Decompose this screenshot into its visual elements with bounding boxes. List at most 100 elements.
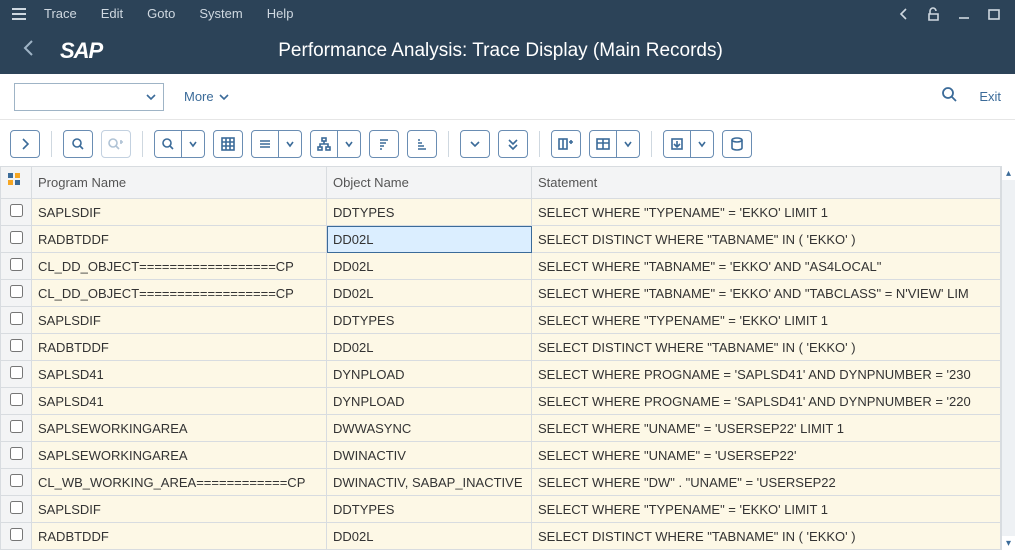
cell-program[interactable]: SAPLSD41: [32, 388, 327, 415]
double-chevron-down-button[interactable]: [498, 130, 528, 158]
row-checkbox-cell[interactable]: [1, 307, 32, 334]
row-checkbox-cell[interactable]: [1, 361, 32, 388]
export-split-button[interactable]: [663, 130, 714, 158]
cell-program[interactable]: SAPLSDIF: [32, 307, 327, 334]
menu-help[interactable]: Help: [257, 2, 304, 26]
row-checkbox[interactable]: [10, 204, 23, 217]
maximize-icon[interactable]: [981, 3, 1007, 25]
row-checkbox-cell[interactable]: [1, 280, 32, 307]
row-checkbox[interactable]: [10, 231, 23, 244]
cell-statement[interactable]: SELECT WHERE "TABNAME" = 'EKKO' AND "AS4…: [532, 253, 1001, 280]
row-checkbox[interactable]: [10, 258, 23, 271]
cell-program[interactable]: CL_DD_OBJECT==================CP: [32, 253, 327, 280]
cell-program[interactable]: SAPLSDIF: [32, 199, 327, 226]
minimize-icon[interactable]: [951, 3, 977, 25]
menu-goto[interactable]: Goto: [137, 2, 185, 26]
row-checkbox-cell[interactable]: [1, 442, 32, 469]
prev-icon[interactable]: [893, 3, 915, 25]
cell-program[interactable]: SAPLSD41: [32, 361, 327, 388]
table-row[interactable]: RADBTDDFDD02LSELECT DISTINCT WHERE "TABN…: [1, 334, 1001, 361]
row-checkbox[interactable]: [10, 474, 23, 487]
cell-program[interactable]: SAPLSDIF: [32, 496, 327, 523]
command-dropdown[interactable]: [14, 83, 164, 111]
cell-program[interactable]: RADBTDDF: [32, 226, 327, 253]
cell-statement[interactable]: SELECT WHERE "TYPENAME" = 'EKKO' LIMIT 1: [532, 199, 1001, 226]
row-checkbox-cell[interactable]: [1, 253, 32, 280]
table-row[interactable]: SAPLSEWORKINGAREADWINACTIVSELECT WHERE "…: [1, 442, 1001, 469]
trace-table[interactable]: Program Name Object Name Statement SAPLS…: [0, 166, 1001, 550]
table-row[interactable]: RADBTDDFDD02LSELECT DISTINCT WHERE "TABN…: [1, 226, 1001, 253]
table-row[interactable]: SAPLSD41DYNPLOADSELECT WHERE PROGNAME = …: [1, 388, 1001, 415]
sort-desc-button[interactable]: [407, 130, 437, 158]
cell-statement[interactable]: SELECT WHERE PROGNAME = 'SAPLSD41' AND D…: [532, 388, 1001, 415]
scroll-track[interactable]: [1002, 180, 1015, 536]
vertical-scrollbar[interactable]: ▴ ▾: [1001, 166, 1015, 550]
table-row[interactable]: SAPLSDIFDDTYPESSELECT WHERE "TYPENAME" =…: [1, 307, 1001, 334]
row-checkbox-cell[interactable]: [1, 469, 32, 496]
menu-system[interactable]: System: [189, 2, 252, 26]
row-checkbox[interactable]: [10, 312, 23, 325]
cell-statement[interactable]: SELECT WHERE "TYPENAME" = 'EKKO' LIMIT 1: [532, 307, 1001, 334]
hierarchy-split-button[interactable]: [310, 130, 361, 158]
cell-program[interactable]: SAPLSEWORKINGAREA: [32, 415, 327, 442]
find-button[interactable]: [63, 130, 93, 158]
cell-statement[interactable]: SELECT DISTINCT WHERE "TABNAME" IN ( 'EK…: [532, 334, 1001, 361]
more-button[interactable]: More: [184, 89, 230, 104]
cell-statement[interactable]: SELECT DISTINCT WHERE "TABNAME" IN ( 'EK…: [532, 523, 1001, 550]
cell-statement[interactable]: SELECT DISTINCT WHERE "TABNAME" IN ( 'EK…: [532, 226, 1001, 253]
menu-edit[interactable]: Edit: [91, 2, 133, 26]
cell-program[interactable]: RADBTDDF: [32, 334, 327, 361]
database-button[interactable]: [722, 130, 752, 158]
chevron-down-button[interactable]: [460, 130, 490, 158]
cell-statement[interactable]: SELECT WHERE PROGNAME = 'SAPLSD41' AND D…: [532, 361, 1001, 388]
select-all-header[interactable]: [1, 167, 32, 199]
grid-button[interactable]: [213, 130, 243, 158]
table-row[interactable]: SAPLSEWORKINGAREADWWASYNCSELECT WHERE "U…: [1, 415, 1001, 442]
row-checkbox[interactable]: [10, 501, 23, 514]
table-row[interactable]: CL_DD_OBJECT==================CPDD02LSEL…: [1, 280, 1001, 307]
cell-object[interactable]: DD02L: [327, 523, 532, 550]
cell-object[interactable]: DWINACTIV, SABAP_INACTIVE: [327, 469, 532, 496]
cell-statement[interactable]: SELECT WHERE "TABNAME" = 'EKKO' AND "TAB…: [532, 280, 1001, 307]
cell-object[interactable]: DDTYPES: [327, 307, 532, 334]
cell-statement[interactable]: SELECT WHERE "UNAME" = 'USERSEP22': [532, 442, 1001, 469]
row-checkbox[interactable]: [10, 339, 23, 352]
cell-statement[interactable]: SELECT WHERE "UNAME" = 'USERSEP22' LIMIT…: [532, 415, 1001, 442]
table-row[interactable]: SAPLSDIFDDTYPESSELECT WHERE "TYPENAME" =…: [1, 496, 1001, 523]
table-row[interactable]: RADBTDDFDD02LSELECT DISTINCT WHERE "TABN…: [1, 523, 1001, 550]
search-icon[interactable]: [941, 86, 959, 107]
cell-program[interactable]: SAPLSEWORKINGAREA: [32, 442, 327, 469]
row-checkbox-cell[interactable]: [1, 415, 32, 442]
row-checkbox[interactable]: [10, 420, 23, 433]
cell-object[interactable]: DD02L: [327, 253, 532, 280]
menu-trace[interactable]: Trace: [34, 2, 87, 26]
col-header-object[interactable]: Object Name: [327, 167, 532, 199]
stack-split-button[interactable]: [251, 130, 302, 158]
cell-object[interactable]: DDTYPES: [327, 199, 532, 226]
cell-object[interactable]: DDTYPES: [327, 496, 532, 523]
scroll-up-icon[interactable]: ▴: [1002, 166, 1015, 180]
cell-statement[interactable]: SELECT WHERE "TYPENAME" = 'EKKO' LIMIT 1: [532, 496, 1001, 523]
row-checkbox[interactable]: [10, 285, 23, 298]
back-button[interactable]: [14, 35, 44, 67]
table-row[interactable]: CL_WB_WORKING_AREA============CPDWINACTI…: [1, 469, 1001, 496]
cell-object[interactable]: DWWASYNC: [327, 415, 532, 442]
add-column-button[interactable]: [551, 130, 581, 158]
row-checkbox[interactable]: [10, 447, 23, 460]
row-checkbox-cell[interactable]: [1, 496, 32, 523]
cell-program[interactable]: CL_WB_WORKING_AREA============CP: [32, 469, 327, 496]
row-checkbox[interactable]: [10, 393, 23, 406]
table-row[interactable]: SAPLSD41DYNPLOADSELECT WHERE PROGNAME = …: [1, 361, 1001, 388]
layout-split-button[interactable]: [589, 130, 640, 158]
col-header-program[interactable]: Program Name: [32, 167, 327, 199]
hamburger-icon[interactable]: [8, 4, 30, 24]
row-checkbox[interactable]: [10, 366, 23, 379]
exit-button[interactable]: Exit: [979, 89, 1001, 104]
col-header-statement[interactable]: Statement: [532, 167, 1001, 199]
scroll-down-icon[interactable]: ▾: [1002, 536, 1015, 550]
row-checkbox-cell[interactable]: [1, 523, 32, 550]
table-row[interactable]: SAPLSDIFDDTYPESSELECT WHERE "TYPENAME" =…: [1, 199, 1001, 226]
cell-object[interactable]: DYNPLOAD: [327, 361, 532, 388]
row-checkbox[interactable]: [10, 528, 23, 541]
expand-button[interactable]: [10, 130, 40, 158]
